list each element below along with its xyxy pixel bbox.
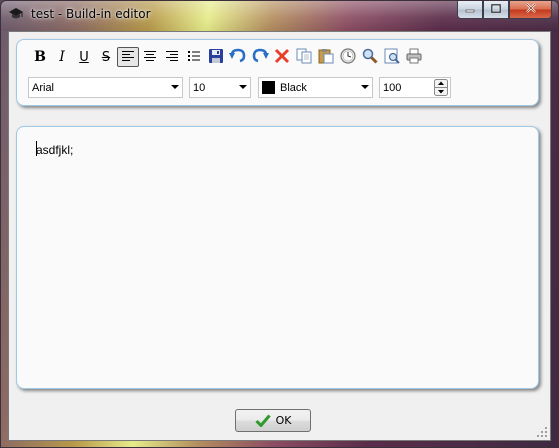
color-select[interactable]: Black xyxy=(258,77,373,98)
find-icon xyxy=(362,48,378,67)
graduation-cap-icon xyxy=(8,7,24,21)
align-right-button[interactable] xyxy=(161,47,183,67)
dialog-body: B I U S Arial 10 Black 100 asdfjkl; OK xyxy=(8,31,551,441)
align-left-button[interactable] xyxy=(117,47,139,67)
bullet-list-button[interactable] xyxy=(183,47,205,67)
close-icon xyxy=(525,3,537,16)
insert-time-button[interactable] xyxy=(337,47,359,67)
ok-label: OK xyxy=(275,414,292,427)
maximize-icon xyxy=(491,3,501,16)
zoom-spinner[interactable]: 100 xyxy=(379,77,451,98)
ok-button[interactable]: OK xyxy=(235,409,311,432)
spinner-arrows-icon[interactable] xyxy=(434,79,448,96)
color-swatch xyxy=(262,81,275,94)
redo-button[interactable] xyxy=(249,47,271,67)
clock-icon xyxy=(340,47,356,67)
align-left-icon xyxy=(121,50,135,65)
find-button[interactable] xyxy=(359,47,381,67)
paste-icon xyxy=(318,48,334,67)
bold-button[interactable]: B xyxy=(29,47,51,67)
italic-label: I xyxy=(59,49,65,65)
resize-grip-icon[interactable] xyxy=(536,426,548,438)
print-icon xyxy=(406,48,422,67)
undo-button[interactable] xyxy=(227,47,249,67)
save-button[interactable] xyxy=(205,47,227,67)
align-center-button[interactable] xyxy=(139,47,161,67)
underline-label: U xyxy=(79,49,89,65)
bold-label: B xyxy=(34,49,46,65)
delete-icon xyxy=(274,48,290,67)
undo-icon xyxy=(229,48,247,67)
copy-button[interactable] xyxy=(293,47,315,67)
formatting-toolbar: B I U S xyxy=(29,47,425,67)
delete-button[interactable] xyxy=(271,47,293,67)
align-right-icon xyxy=(165,50,179,65)
minimize-button[interactable] xyxy=(457,1,483,19)
zoom-value: 100 xyxy=(383,81,402,94)
font-size-select[interactable]: 10 xyxy=(189,77,251,98)
chevron-down-icon xyxy=(358,85,372,90)
redo-icon xyxy=(251,48,269,67)
align-center-icon xyxy=(143,50,157,65)
chevron-down-icon xyxy=(236,85,250,90)
replace-button[interactable] xyxy=(381,47,403,67)
toolbar-panel: B I U S Arial 10 Black 100 xyxy=(16,39,539,106)
bullet-list-icon xyxy=(187,50,201,65)
color-select-value: Black xyxy=(280,81,307,94)
font-size-value: 10 xyxy=(193,81,206,94)
copy-icon xyxy=(296,48,312,67)
strikethrough-label: S xyxy=(101,49,111,65)
chevron-down-icon xyxy=(168,85,182,90)
checkmark-icon xyxy=(255,414,271,427)
maximize-button[interactable] xyxy=(483,1,509,19)
strikethrough-button[interactable]: S xyxy=(95,47,117,67)
editor-window: test - Build-in editor B I U S Arial 10 … xyxy=(0,0,559,448)
window-title: test - Build-in editor xyxy=(31,7,151,21)
paste-button[interactable] xyxy=(315,47,337,67)
close-button[interactable] xyxy=(509,1,552,19)
text-editor-area[interactable]: asdfjkl; xyxy=(16,126,539,389)
font-select-value: Arial xyxy=(32,81,55,94)
italic-button[interactable]: I xyxy=(51,47,73,67)
editor-content: asdfjkl; xyxy=(36,143,74,157)
underline-button[interactable]: U xyxy=(73,47,95,67)
title-bar[interactable]: test - Build-in editor xyxy=(1,1,558,31)
save-icon xyxy=(208,48,224,67)
replace-icon xyxy=(384,48,400,67)
window-controls xyxy=(457,1,552,20)
print-button[interactable] xyxy=(403,47,425,67)
font-select[interactable]: Arial xyxy=(28,77,183,98)
minimize-icon xyxy=(465,3,475,16)
